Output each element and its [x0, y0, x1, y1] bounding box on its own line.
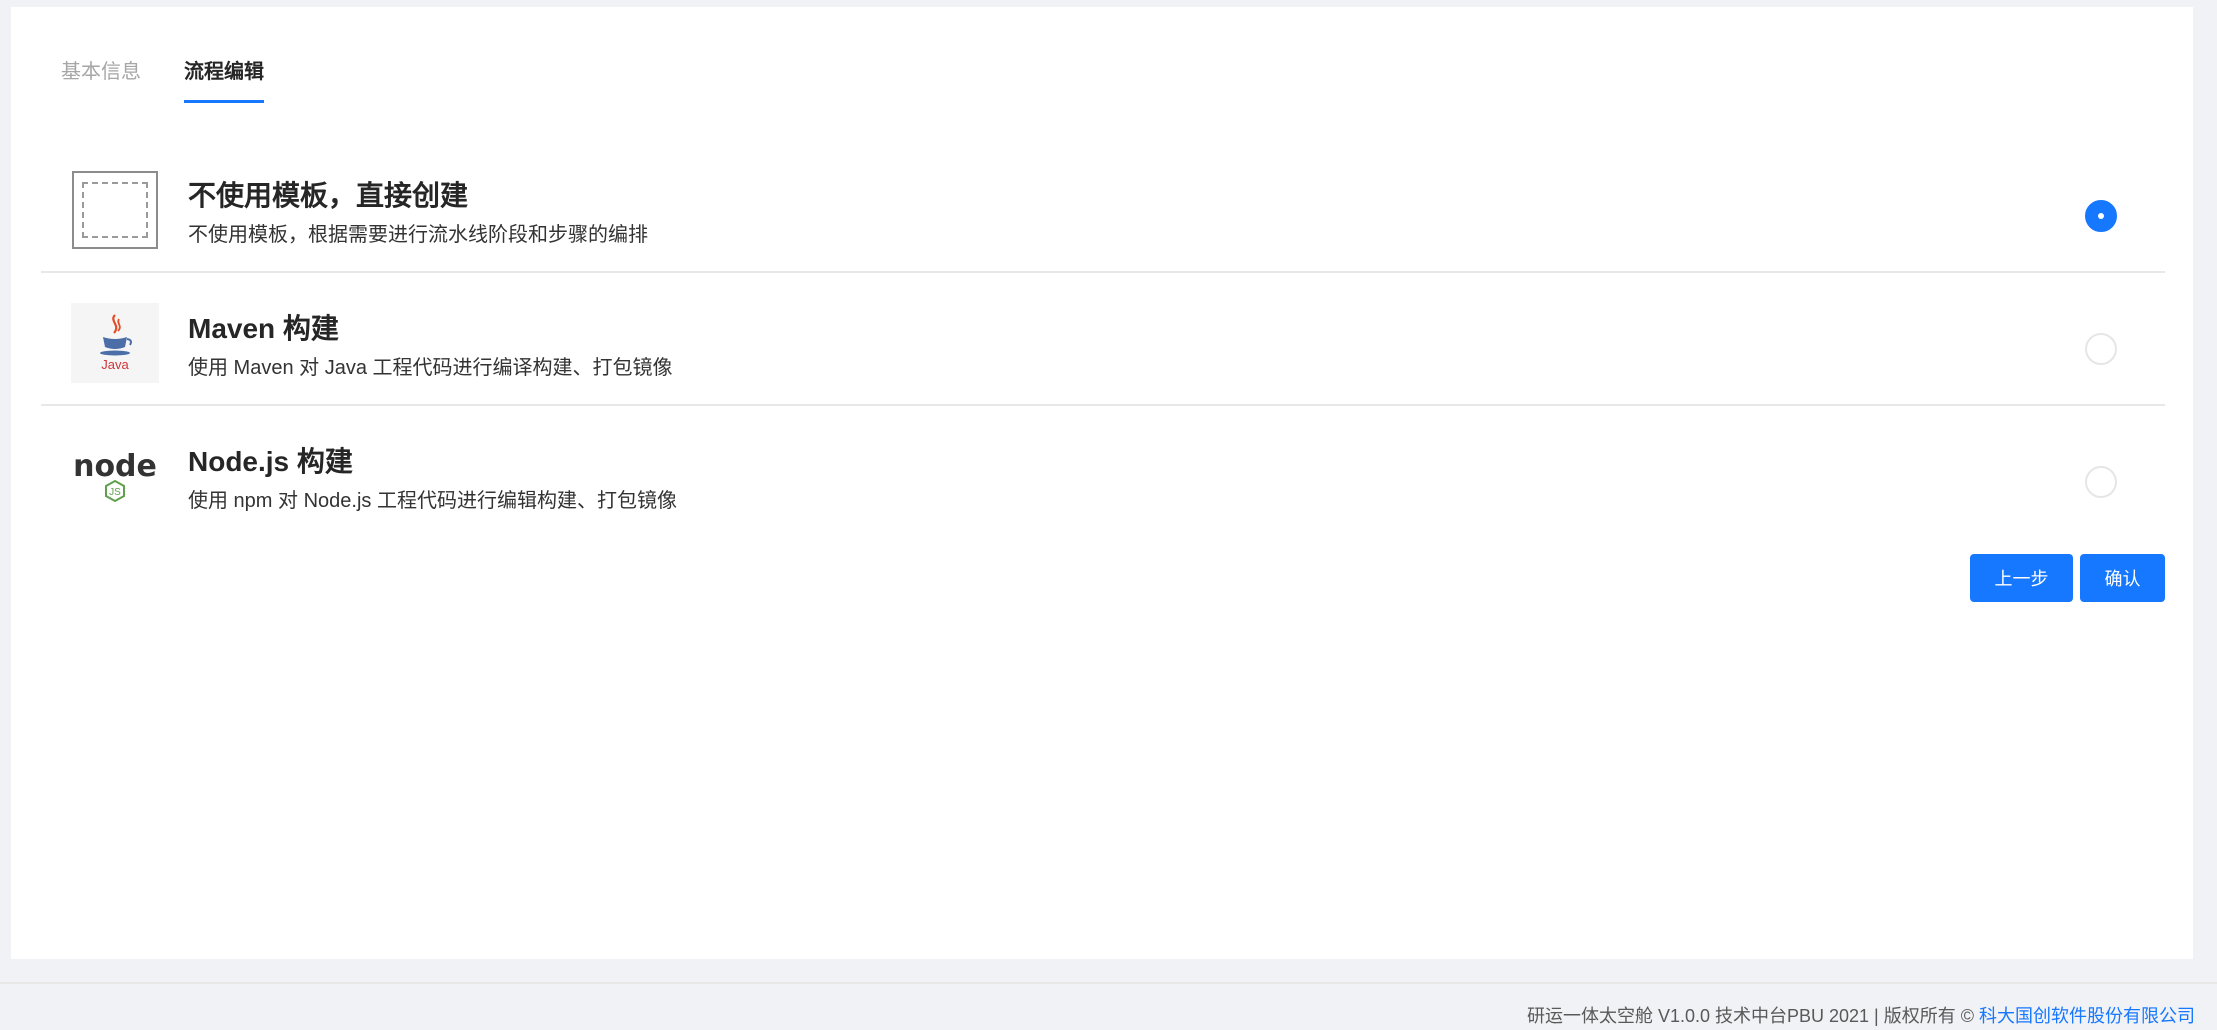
prev-step-button[interactable]: 上一步 — [1970, 554, 2073, 602]
template-radio-nodejs[interactable] — [2085, 466, 2117, 498]
tab-basic-info[interactable]: 基本信息 — [61, 52, 141, 104]
template-description: 使用 Maven 对 Java 工程代码进行编译构建、打包镜像 — [188, 357, 673, 379]
template-description: 使用 npm 对 Node.js 工程代码进行编辑构建、打包镜像 — [188, 490, 677, 512]
footer-divider — [0, 982, 2217, 984]
nodejs-logo-badge: JS — [109, 487, 121, 498]
nodejs-logo-icon: node JS — [71, 436, 159, 516]
template-option-blank[interactable]: 不使用模板，直接创建 不使用模板，根据需要进行流水线阶段和步骤的编排 — [41, 140, 2165, 273]
template-title: Maven 构建 — [188, 313, 339, 344]
template-title: 不使用模板，直接创建 — [188, 180, 469, 211]
template-radio-maven[interactable] — [2085, 333, 2117, 365]
template-list: 不使用模板，直接创建 不使用模板，根据需要进行流水线阶段和步骤的编排 Java — [41, 140, 2165, 539]
nodejs-logo-text: node — [73, 449, 157, 484]
footer-company-link[interactable]: 科大国创软件股份有限公司 — [1979, 1006, 2195, 1026]
blank-template-icon — [71, 170, 159, 250]
template-option-maven[interactable]: Java Maven 构建 使用 Maven 对 Java 工程代码进行编译构建… — [41, 273, 2165, 406]
template-title: Node.js 构建 — [188, 446, 353, 477]
template-radio-blank[interactable] — [2085, 200, 2117, 232]
java-logo-icon: Java — [71, 303, 159, 383]
footer-copyright: 研运一体太空舱 V1.0.0 技术中台PBU 2021 | 版权所有 © — [1526, 1006, 1979, 1026]
confirm-button[interactable]: 确认 — [2080, 554, 2165, 602]
tab-pipeline-edit[interactable]: 流程编辑 — [184, 52, 264, 104]
footer: 研运一体太空舱 V1.0.0 技术中台PBU 2021 | 版权所有 © 科大国… — [1527, 1002, 2195, 1028]
tab-bar: 基本信息 流程编辑 — [61, 52, 264, 104]
java-logo-text: Java — [101, 357, 129, 372]
template-description: 不使用模板，根据需要进行流水线阶段和步骤的编排 — [188, 224, 648, 246]
template-option-nodejs[interactable]: node JS Node.js 构建 使用 npm 对 Node.js 工程代码… — [41, 406, 2165, 539]
main-panel: 基本信息 流程编辑 不使用模板，直接创建 不使用模板，根据需要进行流水线阶段和步… — [11, 7, 2193, 959]
